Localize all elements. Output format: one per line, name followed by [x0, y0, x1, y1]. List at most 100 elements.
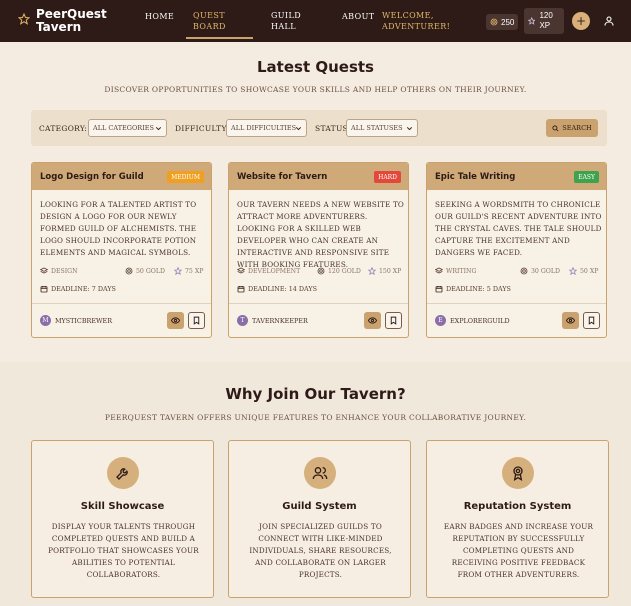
- difficulty-select-value: All Difficulties: [231, 124, 297, 132]
- quest-category: Design: [40, 267, 78, 275]
- feature-title: Reputation System: [463, 501, 572, 512]
- quest-card-header: Epic Tale Writing Easy: [427, 163, 606, 190]
- chevron-down-icon: [406, 127, 413, 131]
- star-icon: [174, 267, 182, 275]
- star-icon: [528, 17, 536, 25]
- latest-quests-title: Latest Quests: [257, 58, 374, 76]
- coin-icon: [520, 267, 528, 275]
- feature-card-guild-system: Guild System Join specialized guilds to …: [228, 440, 411, 598]
- quest-gold-text: 30 Gold: [531, 267, 560, 275]
- add-button[interactable]: +: [572, 12, 590, 30]
- search-button[interactable]: Search: [546, 119, 598, 137]
- filter-bar: Category: All Categories Difficulty: All…: [31, 110, 607, 146]
- status-select[interactable]: All Statuses: [346, 119, 418, 137]
- category-select-value: All Categories: [93, 124, 154, 132]
- eye-icon: [368, 317, 377, 324]
- feature-description: Join specialized guilds to connect with …: [249, 522, 392, 579]
- feature-icon-circle: [502, 457, 534, 489]
- nav-link-guild-hall[interactable]: Guild Hall: [271, 10, 311, 32]
- user-icon[interactable]: [603, 15, 615, 27]
- nav-link-home[interactable]: Home: [145, 11, 174, 22]
- quest-card: Website for Tavern Hard Our tavern needs…: [228, 162, 409, 338]
- difficulty-badge: Easy: [574, 171, 599, 183]
- view-quest-button[interactable]: [364, 312, 381, 329]
- eye-icon: [566, 317, 575, 324]
- bookmark-quest-button[interactable]: [385, 312, 402, 329]
- quest-category: Writing: [435, 267, 476, 275]
- avatar: M: [40, 315, 51, 326]
- difficulty-badge: Hard: [374, 171, 401, 183]
- why-join-subtitle: PeerQuest Tavern offers unique features …: [104, 413, 527, 422]
- quest-gold: 120 Gold: [317, 267, 361, 275]
- latest-quests-subtitle: Discover opportunities to showcase your …: [104, 85, 527, 94]
- quest-xp: 75 XP: [174, 267, 203, 275]
- quest-card: Epic Tale Writing Easy Seeking a wordsmi…: [426, 162, 607, 338]
- coin-icon: [125, 267, 133, 275]
- quest-xp-text: 75 XP: [185, 267, 204, 275]
- chevron-down-icon: [155, 127, 162, 131]
- feature-card-skill-showcase: Skill Showcase Display your talents thro…: [31, 440, 214, 598]
- calendar-icon: [435, 286, 443, 293]
- difficulty-select[interactable]: All Difficulties: [226, 119, 307, 137]
- view-quest-button[interactable]: [562, 312, 579, 329]
- feature-icon-circle: [304, 457, 336, 489]
- xp-amount: 120 XP: [539, 11, 553, 30]
- quest-description: Looking for a talented artist to design …: [40, 200, 197, 257]
- quest-deadline: Deadline: 5 days: [435, 285, 511, 293]
- quest-card-header: Website for Tavern Hard: [229, 163, 408, 190]
- quest-deadline: Deadline: 14 days: [237, 285, 317, 293]
- star-icon: [18, 13, 30, 25]
- top-navbar: PeerQuest Tavern Home Quest Board Guild …: [0, 0, 631, 42]
- quest-gold: 30 Gold: [520, 267, 560, 275]
- quest-description: Our tavern needs a new website to attrac…: [237, 200, 405, 269]
- quest-deadline: Deadline: 7 days: [40, 285, 116, 293]
- quest-title[interactable]: Logo Design for Guild: [40, 172, 144, 182]
- coin-icon: [490, 18, 498, 26]
- quest-card-header: Logo Design for Guild Medium: [32, 163, 211, 190]
- divider: [32, 303, 211, 304]
- quest-category: Development: [237, 267, 300, 275]
- gold-counter: 250: [486, 14, 518, 30]
- layers-icon: [435, 267, 443, 274]
- star-icon: [569, 267, 577, 275]
- feature-title: Skill Showcase: [80, 501, 165, 512]
- gold-amount: 250: [501, 17, 515, 27]
- bookmark-icon: [390, 316, 397, 325]
- difficulty-badge: Medium: [167, 171, 204, 183]
- brand[interactable]: PeerQuest Tavern: [18, 7, 107, 34]
- calendar-icon: [40, 286, 48, 293]
- quest-title[interactable]: Website for Tavern: [237, 172, 327, 182]
- bookmark-icon: [588, 316, 595, 325]
- brand-name: PeerQuest Tavern: [36, 7, 107, 34]
- feature-description: Display your talents through completed q…: [48, 522, 199, 579]
- bookmark-quest-button[interactable]: [188, 312, 205, 329]
- quest-description: Seeking a wordsmith to chronicle our gui…: [435, 200, 602, 257]
- feature-title: Guild System: [282, 501, 357, 512]
- xp-counter: 120 XP: [524, 8, 564, 34]
- quest-author-name: MysticBrewer: [55, 316, 113, 325]
- search-icon: [552, 124, 559, 131]
- nav-link-quest-board[interactable]: Quest Board: [193, 10, 239, 32]
- search-button-label: Search: [562, 124, 592, 132]
- quest-category-text: Writing: [446, 267, 477, 275]
- feature-card-reputation-system: Reputation System Earn badges and increa…: [426, 440, 609, 598]
- quest-deadline-text: Deadline: 14 days: [248, 285, 317, 293]
- layers-icon: [40, 267, 48, 274]
- avatar: E: [435, 315, 446, 326]
- quest-author[interactable]: M MysticBrewer: [40, 315, 112, 326]
- category-label: Category:: [39, 124, 88, 133]
- bookmark-quest-button[interactable]: [583, 312, 600, 329]
- nav-link-about[interactable]: About: [342, 11, 374, 22]
- layers-icon: [237, 267, 245, 274]
- view-quest-button[interactable]: [167, 312, 184, 329]
- quest-author[interactable]: E ExplorerGuild: [435, 315, 510, 326]
- calendar-icon: [237, 286, 245, 293]
- users-icon: [312, 467, 328, 480]
- bookmark-icon: [193, 316, 200, 325]
- eye-icon: [171, 317, 180, 324]
- category-select[interactable]: All Categories: [88, 119, 167, 137]
- divider: [229, 303, 408, 304]
- quest-card: Logo Design for Guild Medium Looking for…: [31, 162, 212, 338]
- quest-title[interactable]: Epic Tale Writing: [435, 172, 515, 182]
- quest-author[interactable]: T TavernKeeper: [237, 315, 308, 326]
